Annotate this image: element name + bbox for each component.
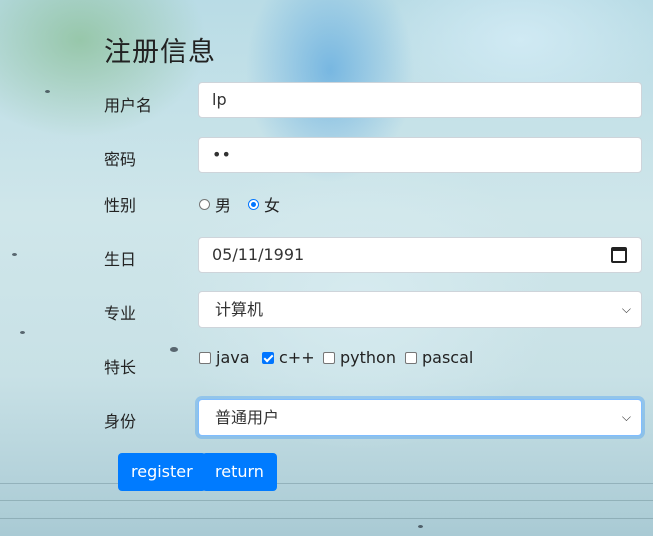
skill-option-python[interactable]: python: [323, 348, 396, 367]
gender-option-label: 男: [215, 196, 232, 215]
background-speck: [45, 90, 50, 93]
birthday-label: 生日: [104, 250, 137, 269]
skill-option-label: python: [340, 348, 396, 367]
background-speck: [20, 331, 25, 334]
skill-option-pascal[interactable]: pascal: [405, 348, 473, 367]
java-checkbox[interactable]: [199, 351, 211, 364]
gender-label: 性别: [104, 196, 137, 215]
major-label: 专业: [104, 304, 137, 323]
gender-option-female[interactable]: 女: [248, 192, 280, 216]
background-speck: [170, 347, 178, 352]
chevron-down-icon: ⌵: [621, 410, 631, 424]
return-button[interactable]: return: [202, 453, 277, 491]
major-selected-value: 计算机: [215, 300, 264, 319]
skill-option-label: pascal: [422, 348, 474, 367]
identity-label: 身份: [104, 412, 137, 431]
birthday-input[interactable]: 05/11/1991: [198, 237, 642, 273]
skill-option-cpp[interactable]: c++: [262, 348, 315, 367]
female-radio[interactable]: [248, 198, 259, 210]
password-input[interactable]: ••: [198, 137, 642, 173]
register-button[interactable]: register: [118, 453, 206, 491]
major-select[interactable]: 计算机 ⌵: [198, 291, 642, 328]
identity-select[interactable]: 普通用户 ⌵: [198, 399, 642, 436]
cpp-checkbox[interactable]: [262, 351, 274, 364]
skills-label: 特长: [104, 358, 137, 377]
pascal-checkbox[interactable]: [405, 351, 417, 364]
password-label: 密码: [104, 150, 137, 169]
username-input[interactable]: lp: [198, 82, 642, 118]
birthday-value: 05/11/1991: [212, 245, 305, 264]
background-speck: [12, 253, 17, 256]
username-value: lp: [212, 90, 227, 109]
skill-option-label: c++: [279, 348, 315, 367]
skill-option-java[interactable]: java: [199, 348, 250, 367]
identity-selected-value: 普通用户: [215, 408, 280, 427]
background-line: [0, 483, 653, 484]
chevron-down-icon: ⌵: [621, 302, 631, 316]
username-label: 用户名: [104, 96, 153, 115]
background-line: [0, 500, 653, 501]
page-title: 注册信息: [104, 37, 216, 68]
gender-option-male[interactable]: 男: [199, 192, 231, 216]
python-checkbox[interactable]: [323, 351, 335, 364]
gender-option-label: 女: [264, 196, 281, 215]
password-value: ••: [212, 145, 231, 164]
calendar-icon[interactable]: [611, 247, 627, 263]
skill-option-label: java: [216, 348, 250, 367]
background-line: [0, 518, 653, 519]
male-radio[interactable]: [199, 198, 210, 210]
background-speck: [418, 525, 423, 528]
